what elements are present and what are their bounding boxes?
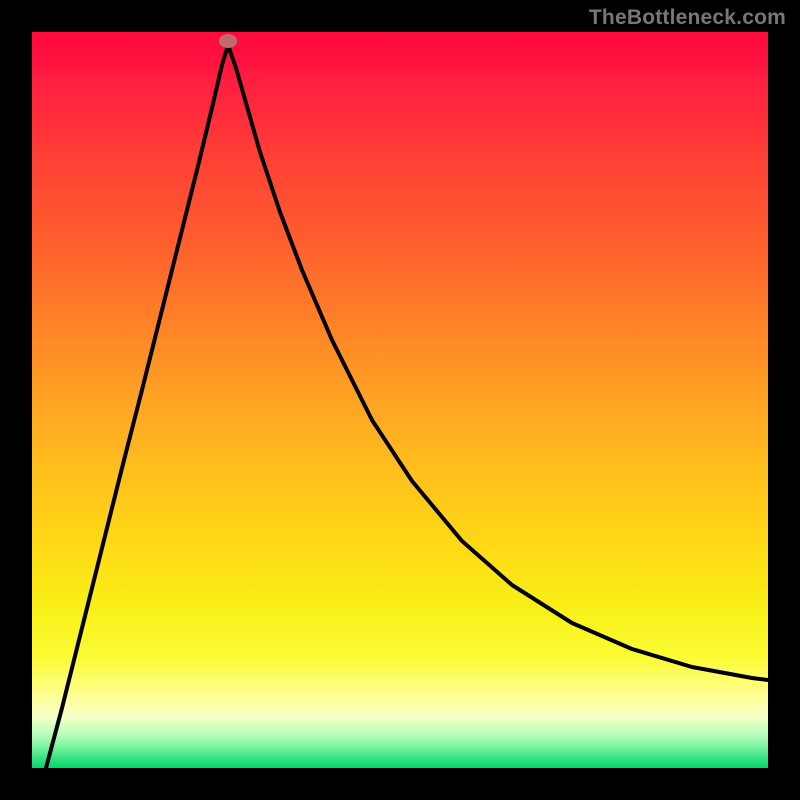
attribution-text: TheBottleneck.com: [589, 6, 786, 30]
bottleneck-curve: [32, 32, 768, 768]
outer-frame: TheBottleneck.com: [0, 0, 800, 800]
minimum-marker-dot: [219, 34, 237, 48]
